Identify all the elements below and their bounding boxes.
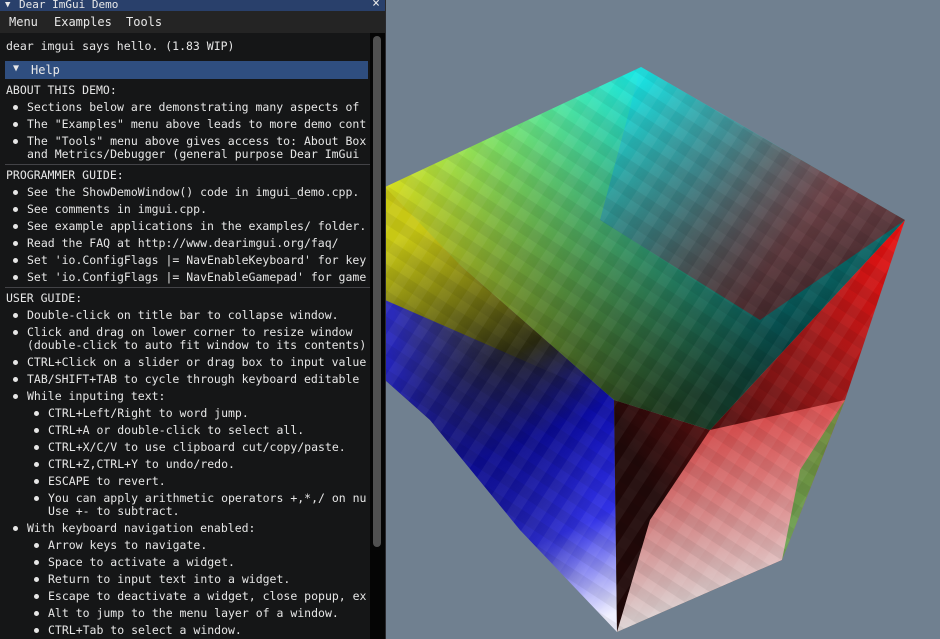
about-heading: ABOUT THIS DEMO: [6,83,117,97]
programmer-item: Set 'io.ConfigFlags |= NavEnableGamepad'… [27,270,367,284]
keyboard-nav-item: Alt to jump to the menu layer of a windo… [48,606,339,620]
text-input-item: CTRL+Left/Right to word jump. [48,406,249,420]
window-content: dear imgui says hello. (1.83 WIP) ▼ Help… [0,33,370,639]
help-collapsing-header[interactable]: ▼ Help [5,61,368,79]
bullet [13,207,18,212]
hello-text: dear imgui says hello. (1.83 WIP) [6,39,235,53]
scrollbar-grab[interactable] [373,36,381,547]
bullet [13,122,18,127]
bullet [13,241,18,246]
text-input-item: CTRL+Z,CTRL+Y to undo/redo. [48,457,235,471]
menu-item-tools[interactable]: Tools [126,15,162,29]
bullet [13,190,18,195]
bullet [13,330,18,335]
imgui-demo-window[interactable]: ▼ Dear ImGui Demo × Menu Examples Tools … [0,0,386,639]
text-input-item: ESCAPE to revert. [48,474,166,488]
separator [5,164,370,165]
bullet [34,445,39,450]
expanded-arrow-icon: ▼ [13,63,20,74]
menu-item-menu[interactable]: Menu [9,15,38,29]
bullet [13,313,18,318]
programmer-item: See comments in imgui.cpp. [27,202,208,216]
bullet [13,258,18,263]
bullet [34,577,39,582]
programmer-item: See example applications in the examples… [27,219,367,233]
bullet [13,377,18,382]
text-input-item: CTRL+X/C/V to use clipboard cut/copy/pas… [48,440,346,454]
user-item: While inputing text: [27,389,166,403]
user-item-continued: (double-click to auto fit window to its … [27,338,367,352]
user-item: TAB/SHIFT+TAB to cycle through keyboard … [27,372,360,386]
menu-item-examples[interactable]: Examples [54,15,112,29]
bullet [13,394,18,399]
programmer-item: Read the FAQ at http://www.dearimgui.org… [27,236,339,250]
keyboard-nav-item: Return to input text into a widget. [48,572,291,586]
window-title: Dear ImGui Demo [19,0,119,11]
programmer-heading: PROGRAMMER GUIDE: [6,168,124,182]
bullet [34,628,39,633]
bullet [13,139,18,144]
vertical-scrollbar[interactable] [370,33,385,639]
user-heading: USER GUIDE: [6,291,83,305]
bullet [13,105,18,110]
help-header-label: Help [31,63,60,77]
text-input-item-continued: Use +- to subtract. [48,504,180,518]
bullet [34,428,39,433]
bullet [34,462,39,467]
window-title-bar[interactable]: ▼ Dear ImGui Demo × [0,0,385,11]
collapse-arrow-icon[interactable]: ▼ [5,0,10,11]
user-item: Double-click on title bar to collapse wi… [27,308,339,322]
keyboard-nav-item: CTRL+Tab to select a window. [48,623,242,637]
about-item: The "Examples" menu above leads to more … [27,117,367,131]
keyboard-nav-item: Space to activate a widget. [48,555,235,569]
close-icon[interactable]: × [372,0,380,10]
keyboard-nav-heading: With keyboard navigation enabled: [27,521,256,535]
programmer-item: See the ShowDemoWindow() code in imgui_d… [27,185,360,199]
about-item: Sections below are demonstrating many as… [27,100,360,114]
bullet [34,411,39,416]
bullet [13,526,18,531]
bullet [34,611,39,616]
menu-bar: Menu Examples Tools [0,11,385,33]
bullet [34,496,39,501]
bullet [13,360,18,365]
user-item: CTRL+Click on a slider or drag box to in… [27,355,367,369]
programmer-item: Set 'io.ConfigFlags |= NavEnableKeyboard… [27,253,367,267]
bullet [34,560,39,565]
bullet [34,543,39,548]
keyboard-nav-item: Escape to deactivate a widget, close pop… [48,589,367,603]
separator [5,287,370,288]
text-input-item: CTRL+A or double-click to select all. [48,423,305,437]
keyboard-nav-item: Arrow keys to navigate. [48,538,208,552]
bullet [34,594,39,599]
bullet [34,479,39,484]
bullet [13,275,18,280]
bullet [13,224,18,229]
about-item-continued: and Metrics/Debugger (general purpose De… [27,147,360,161]
